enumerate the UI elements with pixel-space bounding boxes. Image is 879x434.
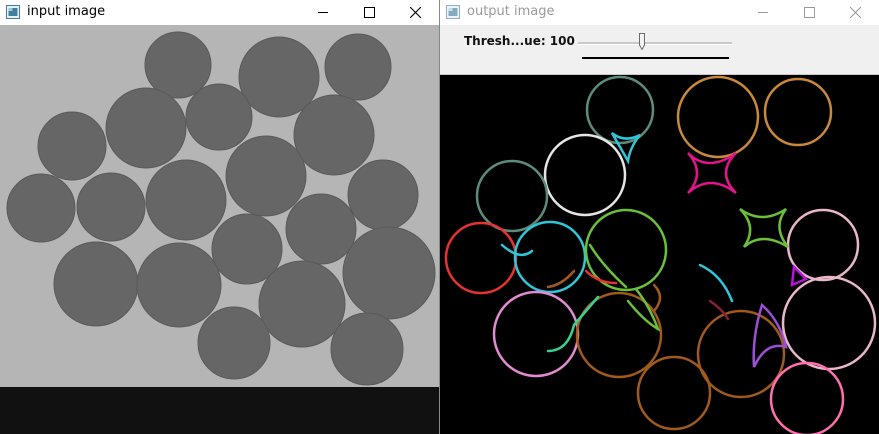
disc: [37, 111, 107, 181]
contour: [786, 208, 860, 282]
disc: [293, 94, 375, 176]
contour: [763, 77, 833, 147]
maximize-icon: [364, 7, 375, 18]
close-button[interactable]: [393, 0, 439, 25]
disc: [225, 135, 307, 217]
trackbar-track[interactable]: [578, 42, 732, 45]
title-bar[interactable]: output image: [440, 0, 879, 25]
disc: [342, 226, 436, 320]
disc: [258, 260, 346, 348]
contour: [687, 151, 737, 194]
minimize-icon: [318, 12, 328, 13]
contour: [610, 132, 641, 165]
title-bar[interactable]: input image: [0, 0, 439, 25]
close-icon: [850, 7, 861, 18]
disc: [136, 242, 222, 328]
trackbar-thumb[interactable]: [639, 33, 645, 50]
close-button[interactable]: [833, 0, 879, 25]
app-window-icon: [446, 5, 460, 19]
minimize-icon: [758, 12, 768, 13]
output-image-window: output image Thresh...ue: 100: [440, 0, 879, 434]
disc: [197, 306, 271, 380]
contour: [696, 309, 786, 399]
disc: [324, 33, 392, 101]
maximize-icon: [804, 7, 815, 18]
contour: [444, 221, 518, 295]
disc: [145, 159, 227, 241]
input-bottom-band: [0, 387, 439, 434]
disc: [185, 83, 253, 151]
contour: [769, 361, 845, 434]
input-image-canvas: [0, 25, 439, 434]
contour: [652, 283, 662, 313]
disc: [347, 159, 419, 231]
trackbar-panel: Thresh...ue: 100: [440, 25, 879, 75]
minimize-button[interactable]: [741, 0, 787, 25]
contour: [492, 290, 580, 378]
window-title: input image: [27, 4, 106, 19]
disc: [144, 31, 212, 99]
output-image-canvas: [444, 75, 877, 434]
contour: [585, 75, 655, 145]
disc: [53, 241, 139, 327]
trackbar-underline: [582, 57, 729, 59]
input-image: [0, 25, 439, 434]
app-window-icon: [6, 5, 20, 19]
input-image-window: input image: [0, 0, 440, 434]
minimize-button[interactable]: [301, 0, 347, 25]
maximize-button[interactable]: [787, 0, 833, 25]
contour: [698, 263, 734, 303]
disc: [6, 173, 76, 243]
contour: [513, 220, 587, 294]
contour: [546, 323, 576, 353]
maximize-button[interactable]: [347, 0, 393, 25]
close-icon: [410, 7, 421, 18]
contour: [588, 243, 628, 289]
contour: [676, 75, 760, 159]
window-title: output image: [467, 4, 555, 19]
contour: [475, 159, 549, 233]
contour: [781, 275, 877, 371]
trackbar-label: Thresh...ue: 100: [464, 34, 575, 48]
disc: [330, 312, 404, 386]
output-image: [440, 75, 879, 434]
disc: [105, 87, 187, 169]
contour: [543, 133, 627, 217]
contour: [572, 295, 600, 327]
contour: [739, 207, 789, 249]
contour: [636, 355, 712, 431]
disc: [285, 193, 357, 265]
disc: [76, 172, 146, 242]
